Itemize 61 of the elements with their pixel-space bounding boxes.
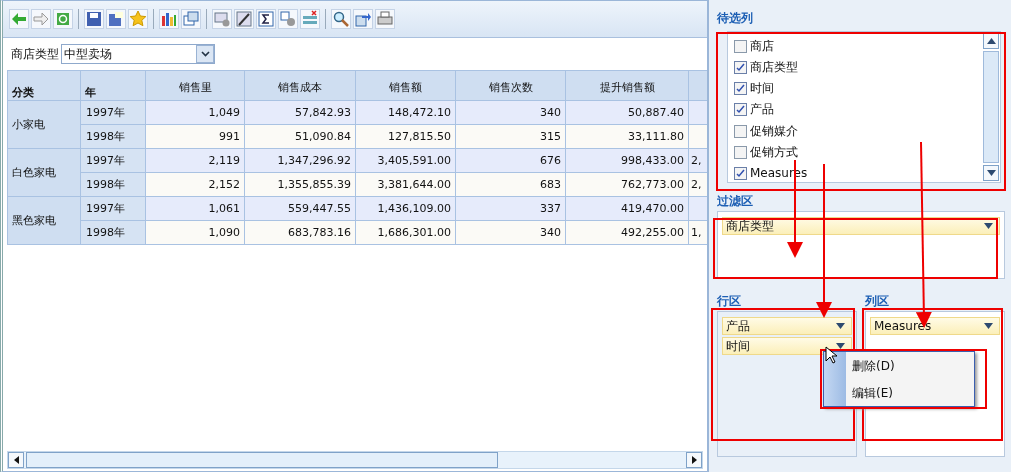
table-cell: 1,686,301.00 bbox=[355, 220, 456, 245]
section-title: 行区 bbox=[717, 293, 742, 310]
column-item[interactable]: 商店类型 bbox=[734, 59, 976, 77]
table-cell: 50,887.40 bbox=[565, 100, 689, 125]
filter-label: 商店类型 bbox=[11, 45, 59, 63]
section-title: 待选列 bbox=[717, 10, 754, 27]
menu-item[interactable]: 删除(D) bbox=[852, 358, 895, 375]
table-cell: 340 bbox=[455, 100, 566, 125]
column-item[interactable]: 产品 bbox=[734, 101, 976, 119]
table-cell: 148,472.10 bbox=[355, 100, 456, 125]
table-cell: 33,111.80 bbox=[565, 124, 689, 149]
column-header: 分类 bbox=[7, 70, 81, 101]
table-cell: 683 bbox=[455, 172, 566, 197]
field-label: Measures bbox=[874, 319, 932, 333]
field-label: 产品 bbox=[726, 317, 750, 335]
field-chip[interactable]: 时间 bbox=[722, 337, 852, 355]
table-cell: 127,815.50 bbox=[355, 124, 456, 149]
table-cell: 683,783.16 bbox=[244, 220, 356, 245]
table-cell: 57,842.93 bbox=[244, 100, 356, 125]
column-item[interactable]: 促销方式 bbox=[734, 143, 976, 161]
column-header: 提升销售额 bbox=[565, 70, 689, 101]
menu-item[interactable]: 编辑(E) bbox=[852, 385, 895, 402]
table-cell: 991 bbox=[145, 124, 245, 149]
column-header: 销售额 bbox=[355, 70, 456, 101]
table-cell: 51,090.84 bbox=[244, 124, 356, 149]
column-item[interactable]: 促销媒介 bbox=[734, 122, 976, 140]
table-cell: 340 bbox=[455, 220, 566, 245]
column-header: 销售里 bbox=[145, 70, 245, 101]
table-cell: 3,405,591.00 bbox=[355, 148, 456, 173]
column-header: 销售次数 bbox=[455, 70, 566, 101]
table-cell: 492,255.00 bbox=[565, 220, 689, 245]
filter-select[interactable]: 中型卖场 bbox=[61, 44, 215, 64]
column-item[interactable]: 商店 bbox=[734, 38, 976, 56]
table-cell: 3,381,644.00 bbox=[355, 172, 456, 197]
category-cell: 小家电 bbox=[7, 100, 81, 149]
column-item[interactable]: 时间 bbox=[734, 80, 976, 98]
field-chip[interactable]: 产品 bbox=[722, 317, 852, 335]
table-cell: 1,347,296.92 bbox=[244, 148, 356, 173]
table-cell: 2,119 bbox=[145, 148, 245, 173]
table-cell: 998,433.00 bbox=[565, 148, 689, 173]
table-cell: 1,090 bbox=[145, 220, 245, 245]
table-cell: 1,049 bbox=[145, 100, 245, 125]
table-cell: 337 bbox=[455, 196, 566, 221]
section-title: 过滤区 bbox=[717, 193, 754, 210]
table-cell: 1,355,855.39 bbox=[244, 172, 356, 197]
column-header: 年 bbox=[80, 70, 146, 101]
table-cell: 762,773.00 bbox=[565, 172, 689, 197]
field-chip[interactable]: Measures bbox=[870, 317, 1000, 335]
table-cell: 559,447.55 bbox=[244, 196, 356, 221]
field-label: 时间 bbox=[726, 337, 750, 355]
section-title: 列区 bbox=[865, 293, 890, 310]
table-cell: 1,061 bbox=[145, 196, 245, 221]
table-cell: 676 bbox=[455, 148, 566, 173]
column-header: 销售成本 bbox=[244, 70, 356, 101]
category-cell: 白色家电 bbox=[7, 148, 81, 197]
table-cell: 2,152 bbox=[145, 172, 245, 197]
category-cell: 黑色家电 bbox=[7, 196, 81, 245]
table-cell: 1,436,109.00 bbox=[355, 196, 456, 221]
table-cell: 315 bbox=[455, 124, 566, 149]
table-cell: 419,470.00 bbox=[565, 196, 689, 221]
field-label: 商店类型 bbox=[726, 217, 774, 235]
